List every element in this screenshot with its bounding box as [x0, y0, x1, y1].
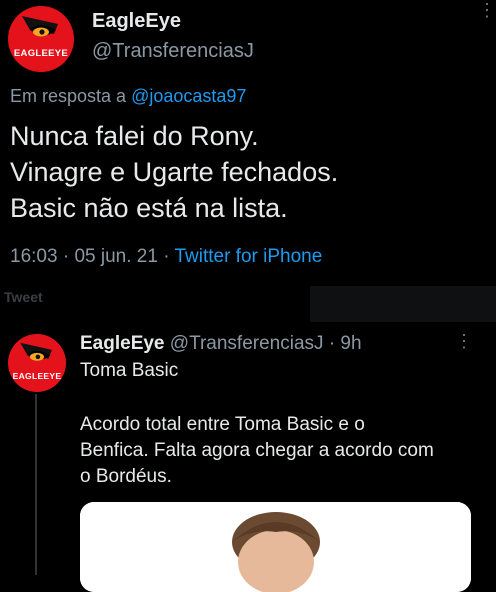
header-separator: ·: [328, 333, 336, 354]
meta-separator: ·: [163, 246, 170, 267]
tweet-text: Nunca falei do Rony. Vinagre e Ugarte fe…: [10, 118, 338, 226]
thread-line: [35, 394, 37, 575]
tweet-time[interactable]: 16:03: [10, 246, 58, 267]
tweet-line: Vinagre e Ugarte fechados.: [10, 157, 339, 187]
avatar[interactable]: EAGLEEYE: [8, 6, 74, 72]
quoted-avatar[interactable]: EAGLEEYE: [8, 334, 66, 392]
tweet-line: Basic não está na lista.: [10, 193, 288, 223]
avatar-label: EAGLEEYE: [13, 48, 69, 59]
author-name[interactable]: EagleEye: [92, 10, 181, 33]
author-handle[interactable]: @TransferenciasJ: [92, 40, 254, 63]
quoted-line: Benfica. Falta agora chegar a acordo com: [80, 440, 434, 461]
tweet-line: Nunca falei do Rony.: [10, 121, 259, 151]
reply-to: Em resposta a @joaocasta97: [10, 86, 246, 107]
more-icon[interactable]: ⋮: [455, 332, 473, 350]
eagle-logo-icon: [20, 342, 52, 361]
quoted-line: Acordo total entre Toma Basic e o: [80, 414, 365, 435]
quoted-author-handle[interactable]: @TransferenciasJ: [170, 333, 324, 354]
divider-band: [310, 286, 496, 322]
quoted-header: EagleEye @TransferenciasJ · 9h: [80, 333, 362, 355]
tweet-source-link[interactable]: Twitter for iPhone: [174, 246, 322, 267]
section-label: Tweet: [4, 289, 43, 305]
avatar-label: EAGLEEYE: [12, 371, 62, 381]
tweet-date[interactable]: 05 jun. 21: [74, 246, 157, 267]
eagle-logo-icon: [22, 16, 58, 37]
quoted-body: Acordo total entre Toma Basic e o Benfic…: [80, 412, 434, 490]
quoted-first-line: Toma Basic: [80, 360, 179, 381]
quoted-age[interactable]: 9h: [340, 333, 361, 354]
tweet-meta: 16:03 · 05 jun. 21 · Twitter for iPhone: [10, 246, 322, 268]
reply-prefix: Em resposta a: [10, 86, 127, 106]
quoted-author-name[interactable]: EagleEye: [80, 333, 165, 354]
meta-separator: ·: [62, 246, 70, 267]
quoted-line: o Bordéus.: [80, 466, 172, 487]
media-image[interactable]: [80, 502, 471, 592]
person-photo: [80, 502, 471, 592]
more-icon[interactable]: ⋮: [478, 1, 496, 19]
reply-mention-link[interactable]: @joaocasta97: [131, 86, 246, 106]
